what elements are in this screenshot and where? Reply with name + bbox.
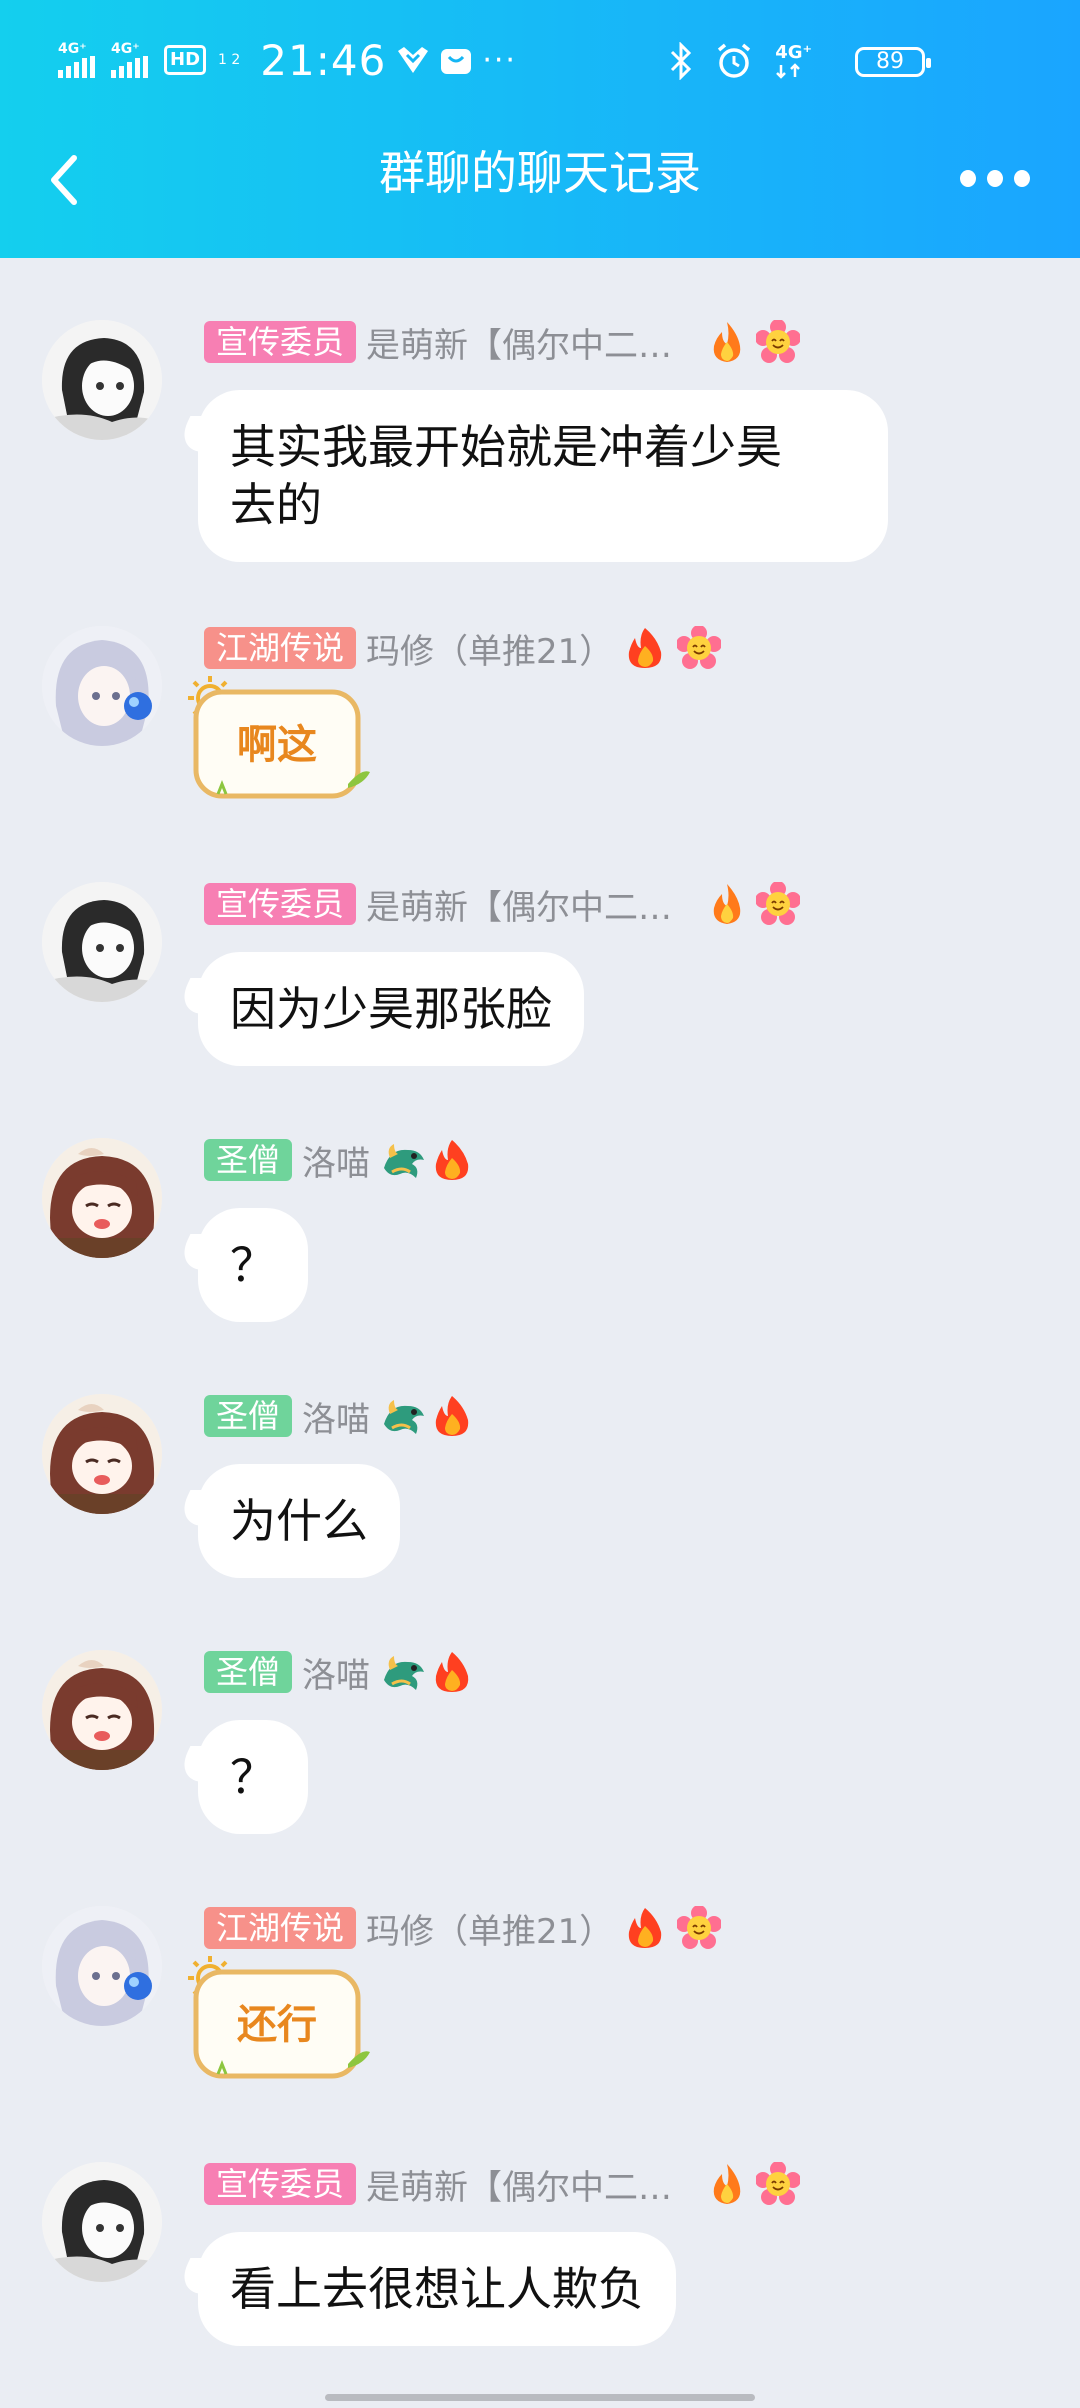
dragon-icon [380, 1138, 428, 1182]
flame-red-icon [623, 1906, 667, 1950]
sticker-text: 还行 [237, 2002, 317, 2048]
home-indicator[interactable] [325, 2394, 755, 2401]
hd-voice-sub: 1 2 [218, 52, 241, 68]
message-bubble[interactable]: 因为少昊那张脸 [198, 952, 584, 1066]
more-options-button[interactable] [960, 170, 1030, 192]
message-bubble[interactable]: ？ [198, 1208, 308, 1322]
page-title: 群聊的聊天记录 [379, 146, 701, 200]
mobile-data-icon: 4G⁺ [775, 43, 812, 79]
flower-icon [756, 2162, 801, 2206]
member-title-badge: 宣传委员 [204, 321, 357, 363]
fire-icon [708, 882, 746, 926]
more-notifications-icon: ··· [482, 42, 517, 78]
dragon-icon [380, 1650, 428, 1694]
sticker-text: 啊这 [237, 722, 317, 768]
nav-bar: 群聊的聊天记录 [0, 120, 1080, 258]
chat-history-list[interactable]: 宣传委员 是萌新【偶尔中二… 其实我最开始就是冲着少昊 去的 江湖传说 玛修（单… [0, 258, 1080, 2408]
flower-icon [756, 320, 801, 364]
member-title-badge: 圣僧 [204, 1139, 293, 1181]
sender-nickname[interactable]: 是萌新【偶尔中二… [366, 880, 672, 929]
sticker-message[interactable]: 啊这 [188, 676, 378, 806]
member-title-badge: 宣传委员 [204, 2163, 357, 2205]
network-type-2: 4G⁺ [111, 41, 140, 57]
header: 4G⁺ 4G⁺ HD 1 2 21:46 ··· 4G⁺ 89 群聊的聊天记录 [0, 0, 1080, 258]
sender-nickname[interactable]: 玛修（单推21） [366, 624, 613, 673]
status-bar: 4G⁺ 4G⁺ HD 1 2 21:46 ··· 4G⁺ 89 [0, 0, 1080, 120]
flower-icon [756, 882, 801, 926]
sender-nickname[interactable]: 洛喵 [302, 1136, 370, 1185]
alarm-icon [715, 42, 753, 80]
sender-nickname[interactable]: 玛修（单推21） [366, 1904, 613, 1953]
message-bubble[interactable]: 为什么 [198, 1464, 400, 1578]
message-bubble[interactable]: 看上去很想让人欺负 [198, 2232, 676, 2346]
message-bubble[interactable]: ？ [198, 1720, 308, 1834]
girl-bw-avatar[interactable] [42, 320, 162, 440]
sender-nickname[interactable]: 是萌新【偶尔中二… [366, 2160, 672, 2209]
flower-icon [677, 626, 722, 670]
dragon-icon [380, 1394, 428, 1438]
bluetooth-icon [669, 42, 693, 80]
member-title-badge: 江湖传说 [204, 627, 357, 669]
more-dots-icon [960, 170, 976, 187]
sender-nickname[interactable]: 是萌新【偶尔中二… [366, 318, 672, 367]
status-time: 21:46 [260, 35, 387, 85]
flame-red-icon [430, 1650, 474, 1694]
girl-bw-avatar[interactable] [42, 882, 162, 1002]
right-network-type: 4G⁺ [775, 42, 812, 63]
hd-voice-icon: HD [164, 45, 207, 75]
flower-icon [677, 1906, 722, 1950]
battery-indicator: 89 [855, 47, 931, 77]
bag-notification-icon [440, 45, 472, 75]
member-title-badge: 江湖传说 [204, 1907, 357, 1949]
brown-hair-avatar[interactable] [42, 1138, 162, 1258]
white-hair-avatar[interactable] [42, 1906, 162, 2026]
brown-hair-avatar[interactable] [42, 1650, 162, 1770]
signal-2-icon: 4G⁺ [111, 42, 148, 78]
fire-icon [708, 2162, 746, 2206]
flame-red-icon [430, 1394, 474, 1438]
vpn-heart-icon [396, 45, 430, 75]
fire-icon [708, 320, 746, 364]
brown-hair-avatar[interactable] [42, 1394, 162, 1514]
girl-bw-avatar[interactable] [42, 2162, 162, 2282]
member-title-badge: 圣僧 [204, 1651, 293, 1693]
white-hair-avatar[interactable] [42, 626, 162, 746]
sticker-message[interactable]: 还行 [188, 1956, 378, 2086]
message-bubble[interactable]: 其实我最开始就是冲着少昊 去的 [198, 390, 888, 562]
signal-1-icon: 4G⁺ [58, 42, 95, 78]
flame-red-icon [430, 1138, 474, 1182]
member-title-badge: 圣僧 [204, 1395, 293, 1437]
member-title-badge: 宣传委员 [204, 883, 357, 925]
flame-red-icon [623, 626, 667, 670]
sender-nickname[interactable]: 洛喵 [302, 1392, 370, 1441]
network-type-1: 4G⁺ [58, 41, 87, 57]
sender-nickname[interactable]: 洛喵 [302, 1648, 370, 1697]
